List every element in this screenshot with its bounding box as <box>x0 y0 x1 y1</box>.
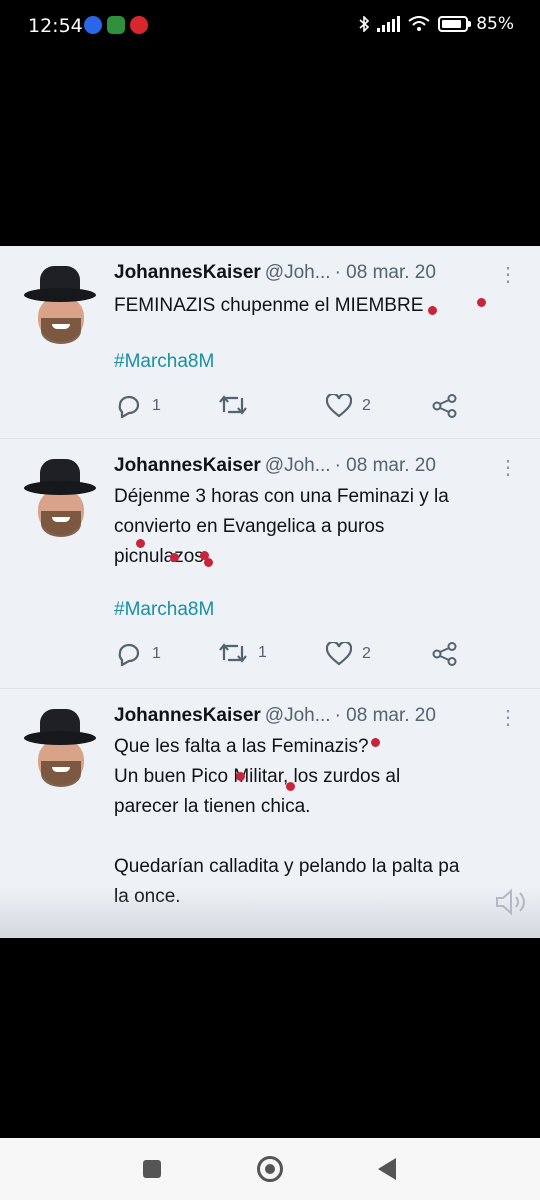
tweet-line <box>114 822 524 852</box>
battery-icon <box>438 16 472 32</box>
reply-count: 1 <box>152 397 161 414</box>
user-handle[interactable]: @Joh... <box>265 455 331 476</box>
tweet-date[interactable]: · 08 mar. 20 <box>335 455 436 476</box>
battery-fill <box>442 20 461 28</box>
tweet-header: JohannesKaiser @Joh... · 08 mar. 20 ⋮ <box>114 455 524 481</box>
tweet-line: Quedarían calladita y pelando la palta p… <box>114 856 460 877</box>
heart-icon <box>326 642 352 666</box>
like-count: 2 <box>362 397 371 414</box>
tweet-screenshot[interactable]: JohannesKaiser @Joh... · 08 mar. 20 ⋮ FEMI… <box>0 246 540 938</box>
annotation-mark <box>204 558 213 567</box>
more-icon[interactable]: ⋮ <box>498 262 518 287</box>
signal-icon <box>377 16 401 32</box>
tweet[interactable]: JohannesKaiser @Joh... · 08 mar. 20 ⋮ FEMI… <box>0 246 540 439</box>
status-time: 12:54 <box>28 15 83 37</box>
retweet-button[interactable]: 1 <box>218 642 267 664</box>
annotation-mark <box>428 306 437 315</box>
tweet-line: Déjenme 3 horas con una Feminazi y la <box>114 486 449 507</box>
tweet-line: FEMINAZIS chupenme el MIEMBRE <box>114 295 424 316</box>
display-name[interactable]: JohannesKaiser <box>114 262 261 283</box>
hashtag-link[interactable]: #Marcha8M <box>114 351 214 373</box>
speaker-icon[interactable] <box>494 888 528 916</box>
avatar-mouth <box>52 517 70 522</box>
avatar-mouth <box>52 324 70 329</box>
status-right: 85% <box>359 14 514 34</box>
more-icon[interactable]: ⋮ <box>498 455 518 480</box>
avatar-beard <box>41 511 81 537</box>
android-nav-bar <box>0 1138 540 1200</box>
recents-button[interactable] <box>143 1160 161 1178</box>
reply-icon <box>118 395 140 418</box>
annotation-mark <box>136 539 145 548</box>
heart-icon <box>326 394 352 418</box>
avatar-hat-brim <box>24 288 96 302</box>
app-notification-icon <box>107 16 125 34</box>
annotation-mark <box>170 553 179 562</box>
share-icon <box>432 394 457 418</box>
hashtag-link[interactable]: #Marcha8M <box>114 599 214 621</box>
avatar-beard <box>41 761 81 787</box>
tweet-text: FEMINAZIS chupenme el MIEMBRE <box>114 291 524 321</box>
back-button[interactable] <box>378 1158 396 1180</box>
avatar-hat-brim <box>24 481 96 495</box>
reply-button[interactable]: 1 <box>116 642 161 666</box>
tweet-header: JohannesKaiser @Joh... · 08 mar. 20 ⋮ <box>114 262 524 288</box>
reply-icon <box>118 643 140 666</box>
annotation-mark <box>477 298 486 307</box>
home-button[interactable] <box>257 1156 283 1182</box>
avatar-beard <box>41 318 81 344</box>
app-notification-icon <box>130 16 148 34</box>
wifi-icon <box>408 16 430 31</box>
avatar-mouth <box>52 767 70 772</box>
bluetooth-icon <box>359 16 370 32</box>
tweet-date[interactable]: · 08 mar. 20 <box>335 262 436 283</box>
like-count: 2 <box>362 645 371 662</box>
tweet-line: parecer la tienen chica. <box>114 796 311 817</box>
tweet-actions: 1 2 <box>114 394 474 422</box>
retweet-count: 1 <box>258 644 267 661</box>
retweet-icon <box>219 395 247 415</box>
retweet-button[interactable] <box>218 394 258 416</box>
tweet-date[interactable]: · 08 mar. 20 <box>335 705 436 726</box>
annotation-mark <box>286 782 295 791</box>
reply-count: 1 <box>152 645 161 662</box>
display-name[interactable]: JohannesKaiser <box>114 455 261 476</box>
notification-icons <box>84 16 148 34</box>
share-button[interactable] <box>432 642 458 666</box>
avatar-hat-brim <box>24 731 96 745</box>
retweet-icon <box>219 643 247 663</box>
tweet[interactable]: JohannesKaiser @Joh... · 08 mar. 20 ⋮ Déje… <box>0 439 540 689</box>
like-button[interactable]: 2 <box>326 642 371 666</box>
battery-percent: 85% <box>476 14 514 34</box>
tweet-actions: 1 1 2 <box>114 642 474 670</box>
tweet-line: Un buen Pico Militar, los zurdos al <box>114 766 401 787</box>
tweet-text: Que les falta a las Feminazis? Un buen P… <box>114 732 524 912</box>
share-icon <box>432 642 457 666</box>
avatar[interactable] <box>22 457 98 539</box>
tweet-header: JohannesKaiser @Joh... · 08 mar. 20 ⋮ <box>114 705 524 731</box>
tweet-line: Que les falta a las Feminazis? <box>114 736 369 757</box>
display-name[interactable]: JohannesKaiser <box>114 705 261 726</box>
user-handle[interactable]: @Joh... <box>265 705 331 726</box>
tweet-line: la once. <box>114 886 181 907</box>
annotation-mark <box>236 772 245 781</box>
app-notification-icon <box>84 16 102 34</box>
avatar[interactable] <box>22 264 98 346</box>
reply-button[interactable]: 1 <box>116 394 161 418</box>
annotation-mark <box>371 738 380 747</box>
status-bar: 12:54 85% <box>0 0 540 54</box>
more-icon[interactable]: ⋮ <box>498 705 518 730</box>
tweet[interactable]: JohannesKaiser @Joh... · 08 mar. 20 ⋮ Que … <box>0 689 540 938</box>
tweet-line: convierto en Evangelica a puros <box>114 516 385 537</box>
avatar[interactable] <box>22 707 98 789</box>
share-button[interactable] <box>432 394 458 418</box>
user-handle[interactable]: @Joh... <box>265 262 331 283</box>
like-button[interactable]: 2 <box>326 394 371 418</box>
